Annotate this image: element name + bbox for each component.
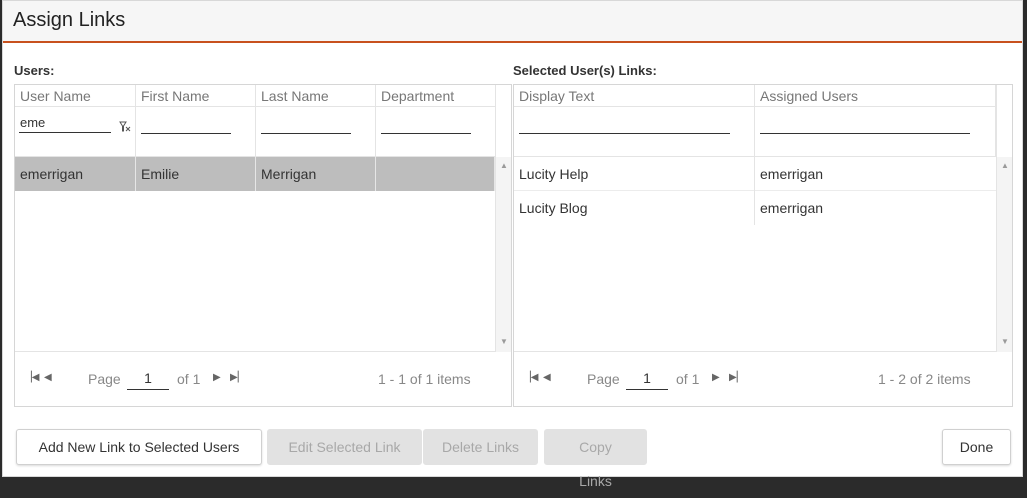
last-page-icon[interactable]: ▶▏ [230, 372, 245, 383]
table-row[interactable]: Lucity Blog emerrigan [514, 191, 996, 225]
cell-display-text: Lucity Help [514, 157, 755, 191]
edit-selected-link-button[interactable]: Edit Selected Link [267, 429, 422, 465]
links-grid-body: Lucity Help emerrigan Lucity Blog emerri… [514, 157, 996, 352]
column-header-user-name[interactable]: User Name [15, 85, 136, 107]
add-new-link-button[interactable]: Add New Link to Selected Users [16, 429, 262, 465]
last-page-icon[interactable]: ▶▏ [729, 372, 744, 383]
assign-links-dialog: Assign Links Users: User Name First Name… [2, 0, 1023, 489]
cell-assigned-users: emerrigan [760, 200, 824, 216]
column-header-display-text[interactable]: Display Text [514, 85, 755, 107]
links-pager-info: 1 - 2 of 2 items [878, 371, 971, 387]
page-label: Page [88, 371, 121, 387]
filter-cell-first-name [136, 107, 256, 157]
scroll-down-icon[interactable]: ▼ [997, 337, 1013, 346]
dialog-titlebar: Assign Links [3, 1, 1022, 43]
filter-cell-user-name [15, 107, 136, 157]
page-label: Page [587, 371, 620, 387]
users-header-spacer [495, 85, 511, 157]
page-number-input[interactable] [626, 366, 668, 390]
user-name-filter-input[interactable] [19, 113, 111, 133]
links-scrollbar[interactable]: ▲ ▼ [996, 157, 1012, 352]
scroll-up-icon[interactable]: ▲ [496, 161, 512, 170]
cell-first-name: Emilie [136, 157, 256, 191]
first-name-filter-input[interactable] [141, 133, 231, 134]
filter-cell-department [376, 107, 496, 157]
cell-department [376, 157, 495, 191]
page-of-label: of 1 [177, 371, 201, 387]
links-header-row: Display Text Assigned Users [514, 85, 996, 107]
links-pager: ▕◀ ◀ Page of 1 ▶ ▶▏ 1 - 2 of 2 items [514, 352, 1012, 407]
page-number-input[interactable] [127, 366, 169, 390]
filter-clear-icon[interactable] [119, 121, 132, 136]
delete-links-button[interactable]: Delete Links [423, 429, 538, 465]
last-name-filter-input[interactable] [261, 133, 351, 134]
filter-cell-last-name [256, 107, 376, 157]
users-label: Users: [14, 63, 55, 78]
users-header-row: User Name First Name Last Name Departmen… [15, 85, 496, 107]
column-header-first-name[interactable]: First Name [136, 85, 256, 107]
column-header-department[interactable]: Department [376, 85, 496, 107]
department-filter-input[interactable] [381, 133, 471, 134]
filter-cell-assigned-users [755, 107, 996, 157]
scroll-down-icon[interactable]: ▼ [496, 337, 512, 346]
table-row[interactable]: emerrigan Emilie Merrigan [15, 157, 495, 191]
users-grid-body: emerrigan Emilie Merrigan [15, 157, 495, 352]
dialog-title: Assign Links [13, 9, 126, 31]
users-grid: User Name First Name Last Name Departmen… [14, 84, 512, 407]
display-text-filter-input[interactable] [519, 133, 730, 134]
copy-links-button[interactable]: Copy Links [544, 429, 647, 489]
next-page-icon[interactable]: ▶ [712, 372, 720, 383]
column-header-last-name[interactable]: Last Name [256, 85, 376, 107]
cell-display-text: Lucity Blog [514, 191, 755, 225]
first-page-icon[interactable]: ▕◀ [24, 372, 39, 383]
scroll-up-icon[interactable]: ▲ [997, 161, 1013, 170]
links-grid: Display Text Assigned Users Lucity Help … [513, 84, 1013, 407]
users-pager: ▕◀ ◀ Page of 1 ▶ ▶▏ 1 - 1 of 1 items [15, 352, 511, 407]
next-page-icon[interactable]: ▶ [213, 372, 221, 383]
cell-user-name: emerrigan [15, 157, 136, 191]
links-header-spacer [996, 85, 1012, 157]
prev-page-icon[interactable]: ◀ [543, 372, 551, 383]
page-of-label: of 1 [676, 371, 700, 387]
filter-cell-display-text [514, 107, 755, 157]
selected-links-label: Selected User(s) Links: [513, 63, 657, 78]
done-button[interactable]: Done [942, 429, 1011, 465]
assigned-users-filter-input[interactable] [760, 133, 970, 134]
cell-last-name: Merrigan [256, 157, 376, 191]
users-filter-row [15, 107, 496, 157]
first-page-icon[interactable]: ▕◀ [523, 372, 538, 383]
users-pager-info: 1 - 1 of 1 items [378, 371, 471, 387]
column-header-assigned-users[interactable]: Assigned Users [755, 85, 996, 107]
links-filter-row [514, 107, 996, 157]
prev-page-icon[interactable]: ◀ [44, 372, 52, 383]
table-row[interactable]: Lucity Help emerrigan [514, 157, 996, 191]
cell-assigned-users: emerrigan [760, 166, 824, 182]
users-scrollbar[interactable]: ▲ ▼ [495, 157, 511, 352]
